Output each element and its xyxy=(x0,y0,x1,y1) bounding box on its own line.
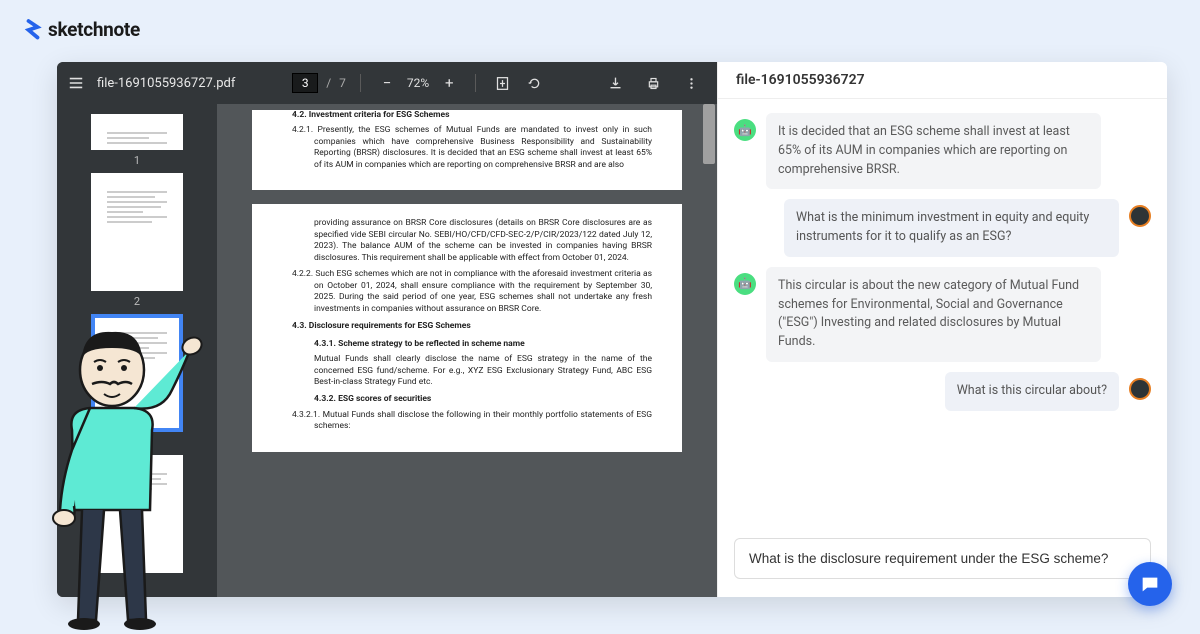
message-text: What is the minimum investment in equity… xyxy=(784,199,1119,257)
document-page: providing assurance on BRSR Core disclos… xyxy=(252,204,682,452)
doc-heading: 4.3. Disclosure requirements for ESG Sch… xyxy=(292,321,652,332)
chat-message-user: What is this circular about? xyxy=(945,372,1151,411)
thumbnail-page[interactable] xyxy=(91,173,183,291)
chat-input-row xyxy=(718,528,1167,597)
doc-paragraph: Mutual Funds shall clearly disclose the … xyxy=(292,354,652,388)
pdf-filename: file-1691055936727.pdf xyxy=(97,76,235,91)
toolbar-divider xyxy=(360,74,361,92)
doc-paragraph: 4.3.2.1. Mutual Funds shall disclose the… xyxy=(292,410,652,433)
more-options-button[interactable] xyxy=(679,71,703,95)
zoom-in-button[interactable]: + xyxy=(437,71,461,95)
thumbnail-label: 1 xyxy=(134,154,140,167)
chat-message-user: What is the minimum investment in equity… xyxy=(784,199,1151,257)
app-container: file-1691055936727.pdf 3 / 7 − 72% + xyxy=(57,62,1167,597)
chat-message-bot: 🤖 It is decided that an ESG scheme shall… xyxy=(734,113,1101,189)
chat-input[interactable] xyxy=(734,538,1151,579)
page-separator: / xyxy=(326,76,331,90)
doc-paragraph: 4.2.2. Such ESG schemes which are not in… xyxy=(292,269,652,315)
thumbnail-item[interactable]: 1 xyxy=(91,114,183,167)
download-button[interactable] xyxy=(603,71,627,95)
toolbar-divider xyxy=(475,74,476,92)
scrollbar[interactable] xyxy=(703,104,715,597)
thumbnail-item[interactable]: 2 xyxy=(91,173,183,308)
page-header: sketchnote xyxy=(0,0,1200,59)
toolbar-center: 3 / 7 − 72% + xyxy=(292,71,546,95)
rotate-button[interactable] xyxy=(522,71,546,95)
user-avatar-icon xyxy=(1129,205,1151,227)
chat-message-bot: 🤖 This circular is about the new categor… xyxy=(734,267,1101,362)
print-button[interactable] xyxy=(641,71,665,95)
doc-paragraph: providing assurance on BRSR Core disclos… xyxy=(292,218,652,264)
brand-name: sketchnote xyxy=(48,18,140,41)
document-page: 4.2. Investment criteria for ESG Schemes… xyxy=(252,110,682,190)
doc-subheading: 4.3.1. Scheme strategy to be reflected i… xyxy=(292,339,652,350)
total-pages: 7 xyxy=(339,76,346,90)
thumbnail-page[interactable] xyxy=(91,114,183,150)
brand-logo-icon xyxy=(24,19,42,41)
scrollbar-thumb[interactable] xyxy=(703,104,715,164)
page-number-input[interactable]: 3 xyxy=(292,73,318,93)
document-area[interactable]: 4.2. Investment criteria for ESG Schemes… xyxy=(217,104,717,597)
message-text: What is this circular about? xyxy=(945,372,1119,411)
zoom-level[interactable]: 72% xyxy=(407,76,429,90)
chat-panel: file-1691055936727 🤖 It is decided that … xyxy=(717,62,1167,597)
menu-icon[interactable] xyxy=(67,74,85,92)
message-text: This circular is about the new category … xyxy=(766,267,1101,362)
bot-avatar-icon: 🤖 xyxy=(734,273,756,295)
message-text: It is decided that an ESG scheme shall i… xyxy=(766,113,1101,189)
help-chat-button[interactable] xyxy=(1128,562,1172,606)
bot-avatar-icon: 🤖 xyxy=(734,119,756,141)
doc-heading: 4.2. Investment criteria for ESG Schemes xyxy=(292,110,652,121)
chat-messages[interactable]: 🤖 It is decided that an ESG scheme shall… xyxy=(718,99,1167,528)
toolbar-right xyxy=(603,71,707,95)
user-avatar-icon xyxy=(1129,378,1151,400)
fit-page-button[interactable] xyxy=(490,71,514,95)
doc-subheading: 4.3.2. ESG scores of securities xyxy=(292,394,652,405)
doc-paragraph: 4.2.1. Presently, the ESG schemes of Mut… xyxy=(292,125,652,171)
chat-title: file-1691055936727 xyxy=(718,62,1167,99)
zoom-out-button[interactable]: − xyxy=(375,71,399,95)
pdf-toolbar: file-1691055936727.pdf 3 / 7 − 72% + xyxy=(57,62,717,104)
mascot-illustration xyxy=(12,300,212,630)
